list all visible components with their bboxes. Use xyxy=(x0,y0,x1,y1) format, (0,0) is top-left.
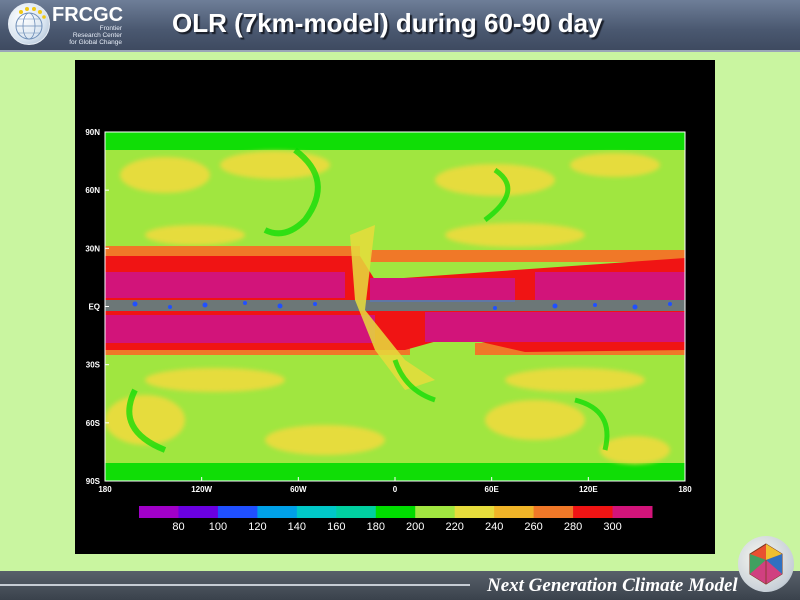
map-field xyxy=(105,132,685,481)
north-polar-band xyxy=(105,132,685,150)
logo-subtitle-line: Research Center xyxy=(72,32,122,39)
colorbar-label: 180 xyxy=(367,521,385,533)
olr-map: 90N60N30NEQ30S60S90S 180 120W 60W 0 60E 120E 1… xyxy=(85,128,692,533)
lon-tick-label: 60E xyxy=(485,485,500,494)
logo-subtitle-line: for Global Change xyxy=(69,39,122,46)
colorbar-label: 120 xyxy=(248,521,266,533)
colorbar-swatch xyxy=(336,506,377,518)
globe-icon xyxy=(15,7,46,40)
colorbar-swatch xyxy=(139,506,179,518)
lon-tick-label: 180 xyxy=(678,485,692,494)
colorbar-label: 240 xyxy=(485,521,503,533)
colorbar-label: 140 xyxy=(288,521,306,533)
colorbar-label: 160 xyxy=(327,521,345,533)
colorbar-swatch xyxy=(533,506,574,518)
lon-tick-label: 120W xyxy=(191,485,212,494)
colorbar-swatch xyxy=(257,506,298,518)
colorbar-label: 280 xyxy=(564,521,582,533)
colorbar-swatch xyxy=(178,506,219,518)
colorbar-label: 300 xyxy=(603,521,621,533)
footer-divider xyxy=(0,584,470,586)
header-bar: FRCGC Frontier Research Center for Globa… xyxy=(0,0,800,52)
lat-tick-label: 90N xyxy=(85,128,100,137)
colorbar-swatch xyxy=(217,506,258,518)
logo-subtitle: Frontier Research Center for Global Chan… xyxy=(66,25,122,46)
colorbar-swatch xyxy=(454,506,495,518)
slide-title: OLR (7km-model) during 60-90 day xyxy=(172,8,603,38)
colorbar-label: 220 xyxy=(446,521,464,533)
colorbar-label: 100 xyxy=(209,521,227,533)
colorbar-swatch xyxy=(494,506,535,518)
colorbar-swatch xyxy=(375,506,416,518)
colorbar-swatch xyxy=(612,506,653,518)
lat-tick-label: 30S xyxy=(86,361,101,370)
lon-tick-label: 180 xyxy=(98,485,112,494)
lon-tick-label: 120E xyxy=(579,485,598,494)
colorbar-label: 260 xyxy=(524,521,542,533)
lat-tick-label: 60S xyxy=(86,419,101,428)
map-panel: 90N 60N 30N EQ 30S 60S 90S 180 120W 60W 0 60E 120E 1… xyxy=(75,60,715,554)
lat-tick-label: 60N xyxy=(85,186,100,195)
colorbar-swatch xyxy=(415,506,456,518)
lon-tick-label: 60W xyxy=(290,485,307,494)
icosahedron-icon xyxy=(749,543,783,585)
logo-subtitle-line: Frontier xyxy=(99,25,122,32)
colorbar-swatch xyxy=(296,506,337,518)
footer-tagline: Next Generation Climate Model xyxy=(487,575,738,596)
colorbar-label: 200 xyxy=(406,521,424,533)
lat-tick-label: EQ xyxy=(88,303,100,312)
logo-text: FRCGC xyxy=(52,4,124,26)
colorbar: 80 100 120 140 160 180 200 220 240 260 280 300 xyxy=(139,506,653,533)
colorbar-swatch xyxy=(573,506,614,518)
corner-emblem xyxy=(738,536,794,592)
itcz-clouds xyxy=(105,300,685,311)
lat-tick-label: 30N xyxy=(85,244,100,253)
lon-tick-label: 0 xyxy=(393,485,398,494)
frcgc-logo xyxy=(8,3,50,45)
colorbar-label: 80 xyxy=(172,521,184,533)
